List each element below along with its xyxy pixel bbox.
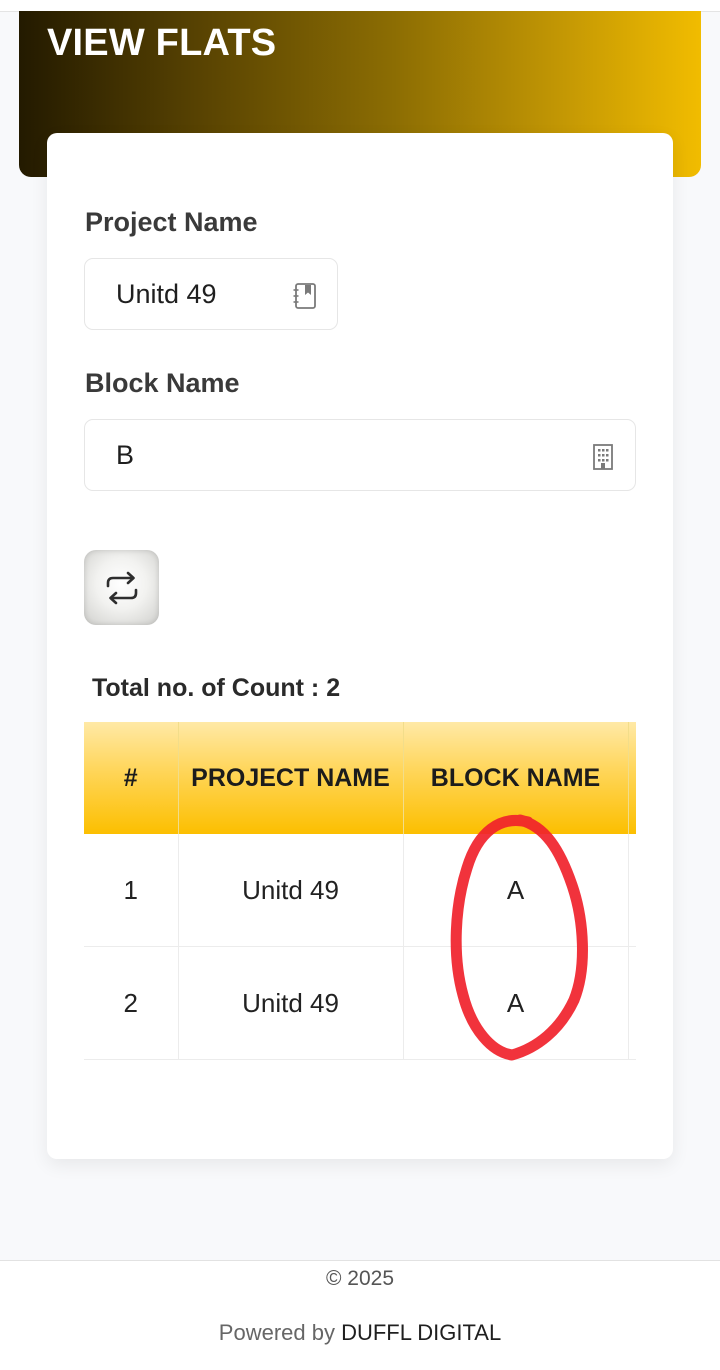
total-count: Total no. of Count : 2 (92, 674, 341, 702)
filter-card: Project Name Unitd 49 Block Name B Total… (47, 133, 673, 1159)
powered-by: Powered by DUFFL DIGITAL (0, 1320, 720, 1346)
notebook-icon (293, 283, 316, 309)
column-header-index[interactable]: # (84, 722, 179, 834)
column-header-project[interactable]: PROJECT NAME (178, 722, 404, 834)
table-header-row: # PROJECT NAME BLOCK NAME (84, 722, 636, 834)
row-index: 2 (84, 946, 179, 1060)
project-name-value: Unitd 49 (116, 279, 217, 309)
row-block: A (403, 834, 629, 947)
table-row: 2 Unitd 49 A (84, 946, 636, 1060)
row-index: 1 (84, 834, 179, 947)
footer: © 2025 Powered by DUFFL DIGITAL (0, 1260, 720, 1370)
table-row: 1 Unitd 49 A (84, 834, 636, 947)
column-header-overflow (628, 722, 636, 834)
refresh-button[interactable] (84, 550, 159, 625)
copyright-text: © 2025 (325, 1267, 395, 1290)
repeat-icon (106, 571, 138, 605)
page-title: VIEW FLATS (47, 22, 277, 64)
row-overflow-cell (628, 946, 636, 1060)
column-header-block[interactable]: BLOCK NAME (403, 722, 629, 834)
building-icon (593, 444, 613, 470)
block-name-label: Block Name (85, 368, 240, 398)
powered-by-prefix: Powered by (218, 1320, 335, 1345)
brand-link[interactable]: DUFFL DIGITAL (341, 1320, 501, 1345)
project-name-field[interactable]: Unitd 49 (84, 258, 338, 330)
flats-table: # PROJECT NAME BLOCK NAME 1 Unitd 49 A 2… (84, 722, 636, 1062)
block-name-field[interactable]: B (84, 419, 636, 491)
project-name-label: Project Name (85, 207, 258, 237)
block-name-value: B (116, 440, 135, 470)
row-project: Unitd 49 (178, 946, 404, 1060)
row-block: A (403, 946, 629, 1060)
row-project: Unitd 49 (178, 834, 404, 947)
row-overflow-cell (628, 834, 636, 947)
